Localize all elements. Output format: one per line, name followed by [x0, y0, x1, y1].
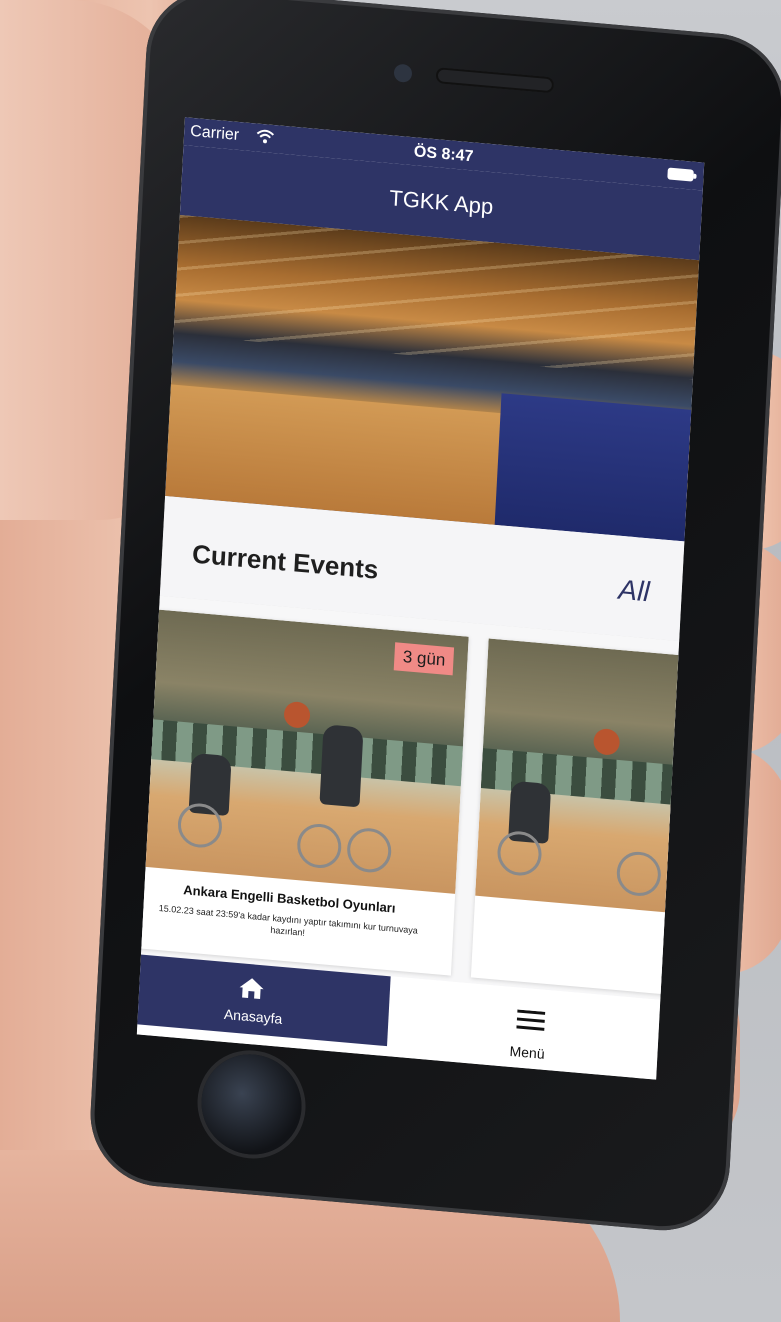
wifi-icon	[256, 129, 275, 144]
player	[319, 724, 364, 808]
wheelchair-wheel	[615, 850, 662, 898]
days-left-badge: 3 gün	[394, 642, 455, 676]
event-image: 3 gün	[136, 607, 469, 894]
tab-menu-label: Menü	[509, 1042, 546, 1062]
event-card[interactable]: 3 gün Ankara Engelli Basketbol Oyunları …	[136, 607, 469, 976]
tab-home-label: Anasayfa	[223, 1005, 283, 1027]
phone-device: Carrier ÖS 8:47 TGKK App Current Events …	[87, 0, 781, 1236]
event-image	[475, 638, 705, 915]
home-icon	[239, 978, 264, 1000]
wheelchair-wheel	[296, 822, 343, 870]
basketball	[283, 700, 311, 729]
wheelchair-wheel	[346, 826, 393, 875]
status-carrier: Carrier	[189, 122, 240, 144]
battery-icon	[667, 167, 694, 182]
front-camera	[393, 63, 413, 83]
menu-icon	[516, 1009, 546, 1031]
arena-seating	[494, 393, 692, 542]
gym-windows	[136, 717, 463, 787]
all-events-link[interactable]: All	[618, 574, 651, 609]
events-carousel[interactable]: 3 gün Ankara Engelli Basketbol Oyunları …	[136, 595, 705, 1000]
basketball	[592, 727, 621, 756]
earpiece-speaker	[435, 67, 555, 94]
physical-home-button[interactable]	[198, 1050, 305, 1159]
hero-arena-image	[165, 214, 700, 542]
section-title: Current Events	[191, 538, 380, 585]
status-time: ÖS 8:47	[413, 143, 474, 166]
event-card[interactable]	[470, 638, 705, 997]
app-screen: Carrier ÖS 8:47 TGKK App Current Events …	[136, 117, 705, 1080]
